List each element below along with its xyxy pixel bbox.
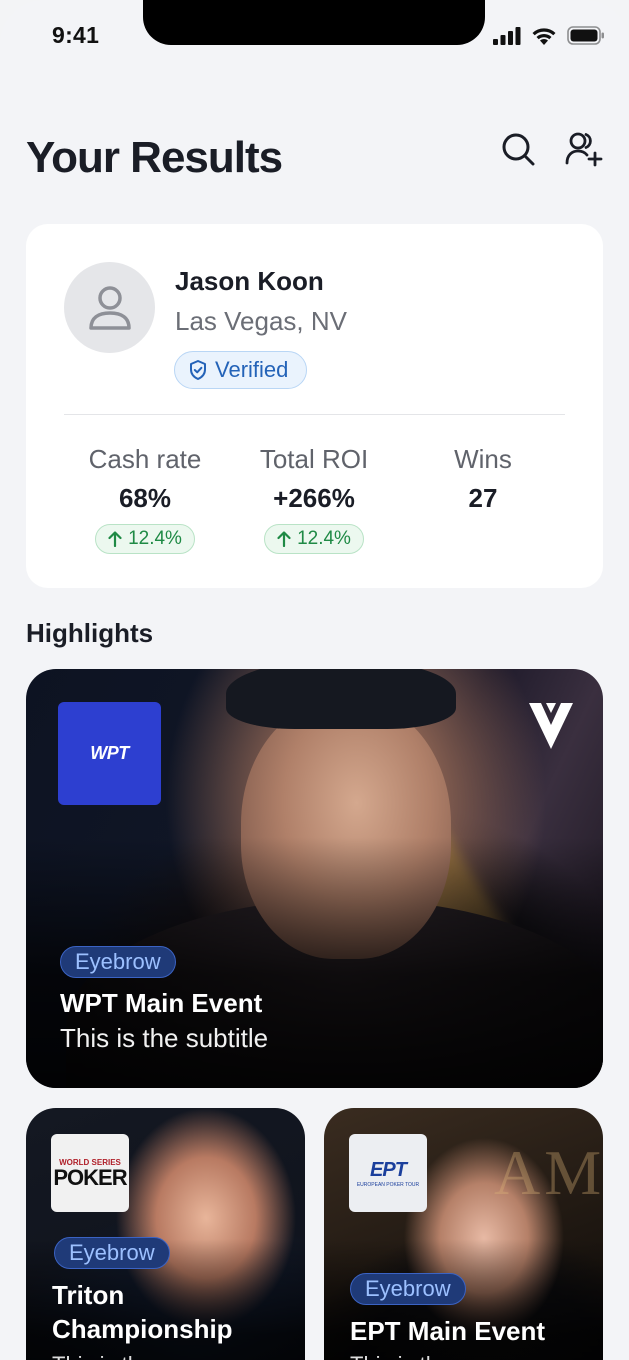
add-user-button[interactable] [565,130,603,168]
wsop-logo-main: POKER [53,1164,127,1190]
user-icon [88,285,131,330]
eyebrow-badge: Eyebrow [60,946,176,978]
user-name: Jason Koon [175,266,324,296]
stat-value: +266% [273,483,355,513]
verified-label: Verified [215,357,289,382]
stat-total-roi: Total ROI +266% 12.4% [229,444,399,554]
stat-value: 68% [118,483,172,513]
wifi-icon [532,28,556,45]
card-subtitle: This is the [350,1352,450,1360]
stat-wins: Wins 27 [398,444,568,514]
wpt-logo: WPT [58,702,161,805]
eyebrow-badge: Eyebrow [350,1273,466,1305]
ept-logo: EPT EUROPEAN POKER TOUR [349,1134,427,1212]
stat-label: Wins [454,444,512,474]
delta-badge: 12.4% [264,524,364,554]
v-logo-icon [529,703,573,749]
delta-value: 12.4% [297,528,351,549]
card-subtitle: This is the [52,1352,152,1360]
divider [64,414,565,415]
signal-icon [493,26,521,45]
status-icons [493,26,605,45]
user-location: Las Vegas, NV [175,306,347,336]
search-icon [502,133,535,166]
ept-logo-text: EPT [370,1158,407,1181]
stat-label: Total ROI [259,444,369,474]
stat-value: 27 [468,483,498,513]
card-title-line-1: Triton [52,1280,125,1310]
header-actions [499,130,603,168]
status-time: 9:41 [52,22,100,48]
highlight-card-triton[interactable]: WORLD SERIES POKER Eyebrow Triton Champi… [26,1108,305,1360]
background-lettering: AMON [494,1137,603,1208]
shield-check-icon [190,360,206,380]
card-subtitle: This is the subtitle [60,1023,269,1053]
arrow-up-icon [277,531,291,547]
profile-card[interactable]: Jason Koon Las Vegas, NV Verified Cash r… [26,224,603,588]
delta-value: 12.4% [128,528,182,549]
stat-label: Cash rate [88,444,202,474]
highlight-card-ept[interactable]: AMON EPT EUROPEAN POKER TOUR Eyebrow EPT… [324,1108,603,1360]
phone-screen: 9:41 Your Results Jason Koon Las Vegas, … [0,0,629,1360]
page-title: Your Results [26,133,283,182]
wpt-logo-text: WPT [90,743,129,763]
photo-cap [226,669,456,729]
search-button[interactable] [499,130,537,168]
arrow-up-icon [108,531,122,547]
add-user-icon [565,132,603,167]
notch [143,0,485,45]
eyebrow-badge: Eyebrow [54,1237,170,1269]
wsop-logo: WORLD SERIES POKER [51,1134,129,1212]
card-title: WPT Main Event [60,988,263,1018]
card-title-line-2: Championship [52,1314,233,1344]
delta-badge: 12.4% [95,524,195,554]
highlights-title: Highlights [26,618,154,648]
status-bar: 9:41 [0,0,629,70]
card-title: EPT Main Event [350,1316,546,1346]
verified-badge: Verified [174,351,308,389]
highlight-card-featured[interactable]: WPT Eyebrow WPT Main Event This is the s… [26,669,603,1088]
stat-cash-rate: Cash rate 68% 12.4% [60,444,230,554]
battery-icon [567,26,604,45]
avatar [64,262,155,353]
ept-logo-sub: EUROPEAN POKER TOUR [356,1181,420,1188]
